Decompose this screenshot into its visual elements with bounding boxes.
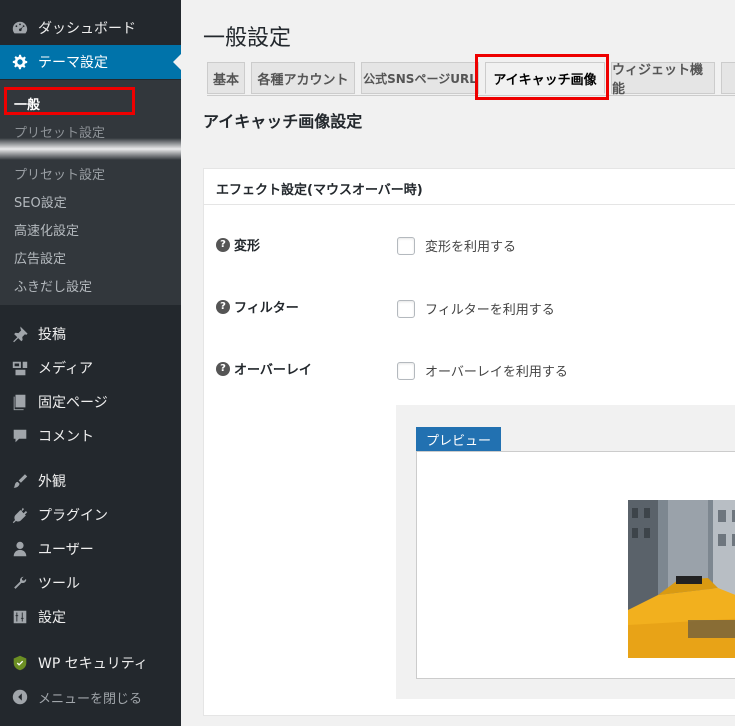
menu-settings[interactable]: 設定 <box>0 600 181 634</box>
settings-tabs: 基本 各種アカウント 公式SNSページURL アイキャッチ画像 ウィジェット機能 <box>207 60 735 97</box>
transform-checkbox[interactable] <box>397 236 415 255</box>
menu-wp-security-label: WP セキュリティ <box>38 656 148 672</box>
plugin-icon <box>10 505 30 525</box>
panel-header: エフェクト設定(マウスオーバー時) <box>204 169 735 205</box>
menu-pages[interactable]: 固定ページ <box>0 385 181 419</box>
tab-widget[interactable]: ウィジェット機能 <box>611 62 715 97</box>
active-indicator <box>173 54 181 70</box>
city-taxi-image <box>628 500 735 658</box>
submenu-balloon[interactable]: ふきだし設定 <box>14 276 92 295</box>
menu-theme-settings-label: テーマ設定 <box>38 55 108 71</box>
menu-dashboard[interactable]: ダッシュボード <box>0 11 181 45</box>
menu-plugins[interactable]: プラグイン <box>0 498 181 532</box>
menu-appearance[interactable]: 外観 <box>0 464 181 498</box>
menu-posts[interactable]: 投稿 <box>0 317 181 351</box>
menu-users[interactable]: ユーザー <box>0 532 181 566</box>
overlay-checkbox[interactable] <box>397 361 415 380</box>
help-icon[interactable]: ? <box>216 361 230 376</box>
filter-checkbox[interactable] <box>397 299 415 318</box>
section-title: アイキャッチ画像設定 <box>203 112 363 131</box>
tab-basic[interactable]: 基本 <box>207 62 245 94</box>
menu-appearance-label: 外観 <box>38 474 66 490</box>
main-content: 一般設定 基本 各種アカウント 公式SNSページURL アイキャッチ画像 ウィジ… <box>181 0 735 726</box>
torn-edge-effect <box>0 138 181 160</box>
row-label-text: オーバーレイ <box>234 363 312 378</box>
page-title: 一般設定 <box>203 26 292 51</box>
menu-wp-security[interactable]: WP セキュリティ <box>0 646 181 680</box>
collapse-menu-label: メニューを閉じる <box>38 691 143 707</box>
tab-sns-url[interactable]: 公式SNSページURL <box>361 62 479 94</box>
menu-dashboard-label: ダッシュボード <box>38 21 136 37</box>
dashboard-icon <box>10 18 30 38</box>
checkbox-label: フィルターを利用する <box>425 303 555 318</box>
highlight-eyecatch-tab <box>475 54 609 100</box>
menu-tools[interactable]: ツール <box>0 566 181 600</box>
settings-sliders-icon <box>10 607 30 627</box>
user-icon <box>10 539 30 559</box>
shield-icon <box>10 653 30 673</box>
collapse-arrow-icon <box>10 687 30 707</box>
help-icon[interactable]: ? <box>216 237 230 252</box>
tab-accounts[interactable]: 各種アカウント <box>251 62 355 94</box>
wrench-icon <box>10 573 30 593</box>
checkbox-label: 変形を利用する <box>425 240 517 255</box>
row-label-overlay: ? オーバーレイ <box>216 359 312 378</box>
menu-media-label: メディア <box>38 361 94 377</box>
admin-sidebar: ダッシュボード テーマ設定 一般 プリセット設定 プリセット設定 SEO設定 高… <box>0 0 181 726</box>
menu-settings-label: 設定 <box>38 610 66 626</box>
submenu-preset[interactable]: プリセット設定 <box>14 164 105 183</box>
submenu-speed[interactable]: 高速化設定 <box>14 220 79 239</box>
menu-theme-settings[interactable]: テーマ設定 <box>0 45 181 79</box>
help-icon[interactable]: ? <box>216 299 230 314</box>
submenu-ads[interactable]: 広告設定 <box>14 248 66 267</box>
row-label-text: フィルター <box>234 301 299 316</box>
row-label-filter: ? フィルター <box>216 297 299 316</box>
row-label-text: 変形 <box>234 239 261 254</box>
highlight-general <box>4 87 135 115</box>
pages-icon <box>10 392 30 412</box>
brush-icon <box>10 471 30 491</box>
checkbox-label: オーバーレイを利用する <box>425 365 568 380</box>
effect-panel: エフェクト設定(マウスオーバー時) ? 変形 変形を利用する ? フィルター フ… <box>203 168 735 716</box>
menu-media[interactable]: メディア <box>0 351 181 385</box>
menu-posts-label: 投稿 <box>38 327 66 343</box>
row-label-transform: ? 変形 <box>216 235 260 254</box>
filter-checkbox-row[interactable]: フィルターを利用する <box>397 299 555 318</box>
menu-plugins-label: プラグイン <box>38 508 108 524</box>
overlay-checkbox-row[interactable]: オーバーレイを利用する <box>397 361 568 380</box>
menu-comments-label: コメント <box>38 429 94 445</box>
submenu-seo[interactable]: SEO設定 <box>14 192 67 211</box>
preview-photo <box>628 500 735 658</box>
transform-checkbox-row[interactable]: 変形を利用する <box>397 236 516 255</box>
preview-area: プレビュー <box>396 405 735 699</box>
menu-comments[interactable]: コメント <box>0 419 181 453</box>
comment-icon <box>10 426 30 446</box>
preview-tab: プレビュー <box>416 427 502 451</box>
pin-icon <box>10 324 30 344</box>
menu-pages-label: 固定ページ <box>38 395 108 411</box>
gear-icon <box>10 52 30 72</box>
collapse-menu-button[interactable]: メニューを閉じる <box>0 680 181 714</box>
preview-box <box>416 451 735 679</box>
tab-more[interactable] <box>721 62 735 94</box>
menu-users-label: ユーザー <box>38 542 94 558</box>
media-icon <box>10 358 30 378</box>
menu-tools-label: ツール <box>38 576 80 592</box>
